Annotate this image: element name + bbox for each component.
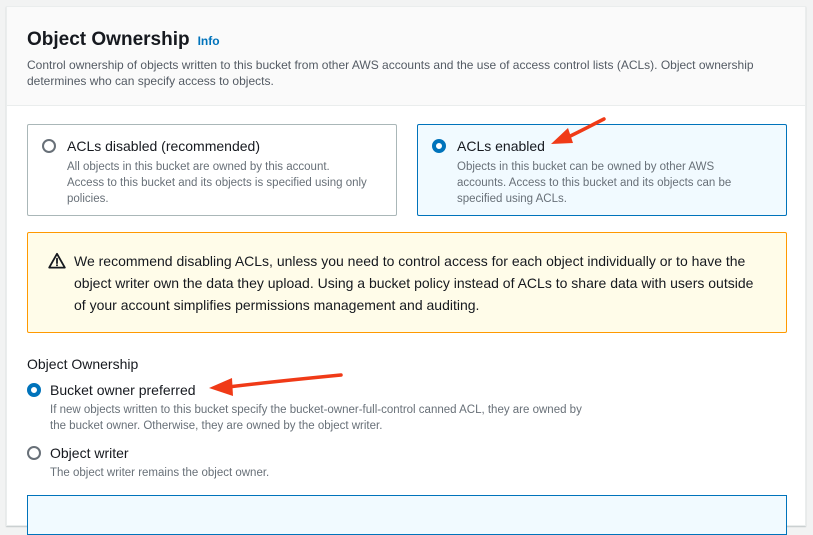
acls-disabled-label: ACLs disabled (recommended) — [67, 138, 260, 154]
object-writer-description: The object writer remains the object own… — [50, 467, 270, 479]
acls-disabled-radio[interactable] — [42, 139, 56, 153]
warning-text: We recommend disabling ACLs, unless you … — [74, 253, 754, 313]
warning-icon — [48, 252, 66, 332]
bucket-owner-preferred-radio[interactable] — [27, 383, 41, 397]
info-link[interactable]: Info — [198, 34, 220, 48]
object-writer-option[interactable]: Object writer The object writer remains … — [27, 444, 590, 481]
bucket-owner-preferred-option[interactable]: Bucket owner preferred If new objects wr… — [27, 381, 590, 434]
ownership-section-label: Object Ownership — [27, 356, 139, 372]
bucket-owner-preferred-label: Bucket owner preferred — [50, 382, 196, 398]
acls-enabled-description: Objects in this bucket can be owned by o… — [457, 161, 732, 205]
object-ownership-panel: Object Ownership Info Control ownership … — [6, 6, 806, 535]
panel-title: Object Ownership — [27, 29, 190, 50]
acls-disabled-card[interactable]: ACLs disabled (recommended) All objects … — [27, 124, 397, 216]
acls-enabled-radio[interactable] — [432, 139, 446, 153]
acl-warning-alert: We recommend disabling ACLs, unless you … — [27, 232, 787, 333]
panel-description: Control ownership of objects written to … — [27, 58, 754, 88]
bucket-owner-preferred-description: If new objects written to this bucket sp… — [50, 404, 582, 432]
acls-disabled-description: All objects in this bucket are owned by … — [67, 161, 367, 205]
acls-enabled-label: ACLs enabled — [457, 138, 545, 154]
panel-header: Object Ownership Info Control ownership … — [7, 7, 805, 106]
object-writer-label: Object writer — [50, 445, 129, 461]
acls-enabled-card[interactable]: ACLs enabled Objects in this bucket can … — [417, 124, 787, 216]
object-writer-radio[interactable] — [27, 446, 41, 460]
info-alert-box — [27, 495, 787, 535]
